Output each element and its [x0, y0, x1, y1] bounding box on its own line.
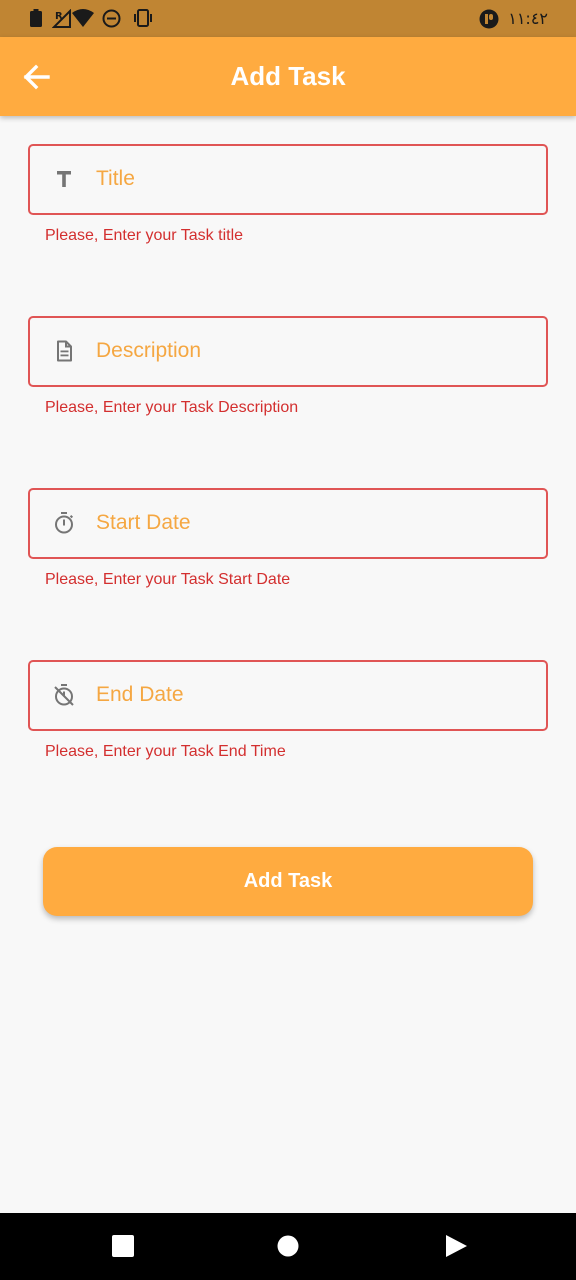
title-placeholder: Title: [96, 167, 135, 190]
vibrate-icon: [134, 9, 152, 27]
title-field[interactable]: Title: [28, 144, 548, 215]
description-error: Please, Enter your Task Description: [45, 399, 299, 416]
description-placeholder: Description: [96, 339, 202, 362]
battery-icon: [30, 9, 42, 27]
timer-icon: [55, 512, 74, 534]
end-date-placeholder: End Date: [96, 683, 184, 706]
start-date-placeholder: Start Date: [96, 511, 191, 534]
page-title: Add Task: [230, 61, 346, 91]
end-date-error: Please, Enter your Task End Time: [45, 743, 286, 760]
app-bar: Add Task: [0, 37, 576, 116]
title-error: Please, Enter your Task title: [45, 227, 244, 244]
description-field[interactable]: Description: [28, 316, 548, 387]
description-icon: [57, 340, 72, 362]
no-signal-icon: R: [52, 9, 71, 28]
app-notification-icon: [479, 9, 499, 29]
add-task-button[interactable]: Add Task: [43, 847, 533, 916]
svg-text:R: R: [55, 11, 63, 22]
start-date-error: Please, Enter your Task Start Date: [45, 571, 291, 588]
home-icon[interactable]: [277, 1235, 299, 1257]
title-icon: [57, 171, 71, 187]
do-not-disturb-icon: [102, 9, 121, 28]
back-triangle-icon[interactable]: [445, 1235, 467, 1257]
start-date-field[interactable]: Start Date: [28, 488, 548, 559]
timer-off-icon: [54, 684, 74, 706]
status-time: ١١:٤٢: [508, 9, 548, 28]
wifi-icon: [72, 9, 94, 27]
system-nav-bar: [0, 1213, 576, 1280]
recents-icon[interactable]: [112, 1235, 134, 1257]
status-bar: R ١١:٤٢: [0, 0, 576, 37]
end-date-field[interactable]: End Date: [28, 660, 548, 731]
